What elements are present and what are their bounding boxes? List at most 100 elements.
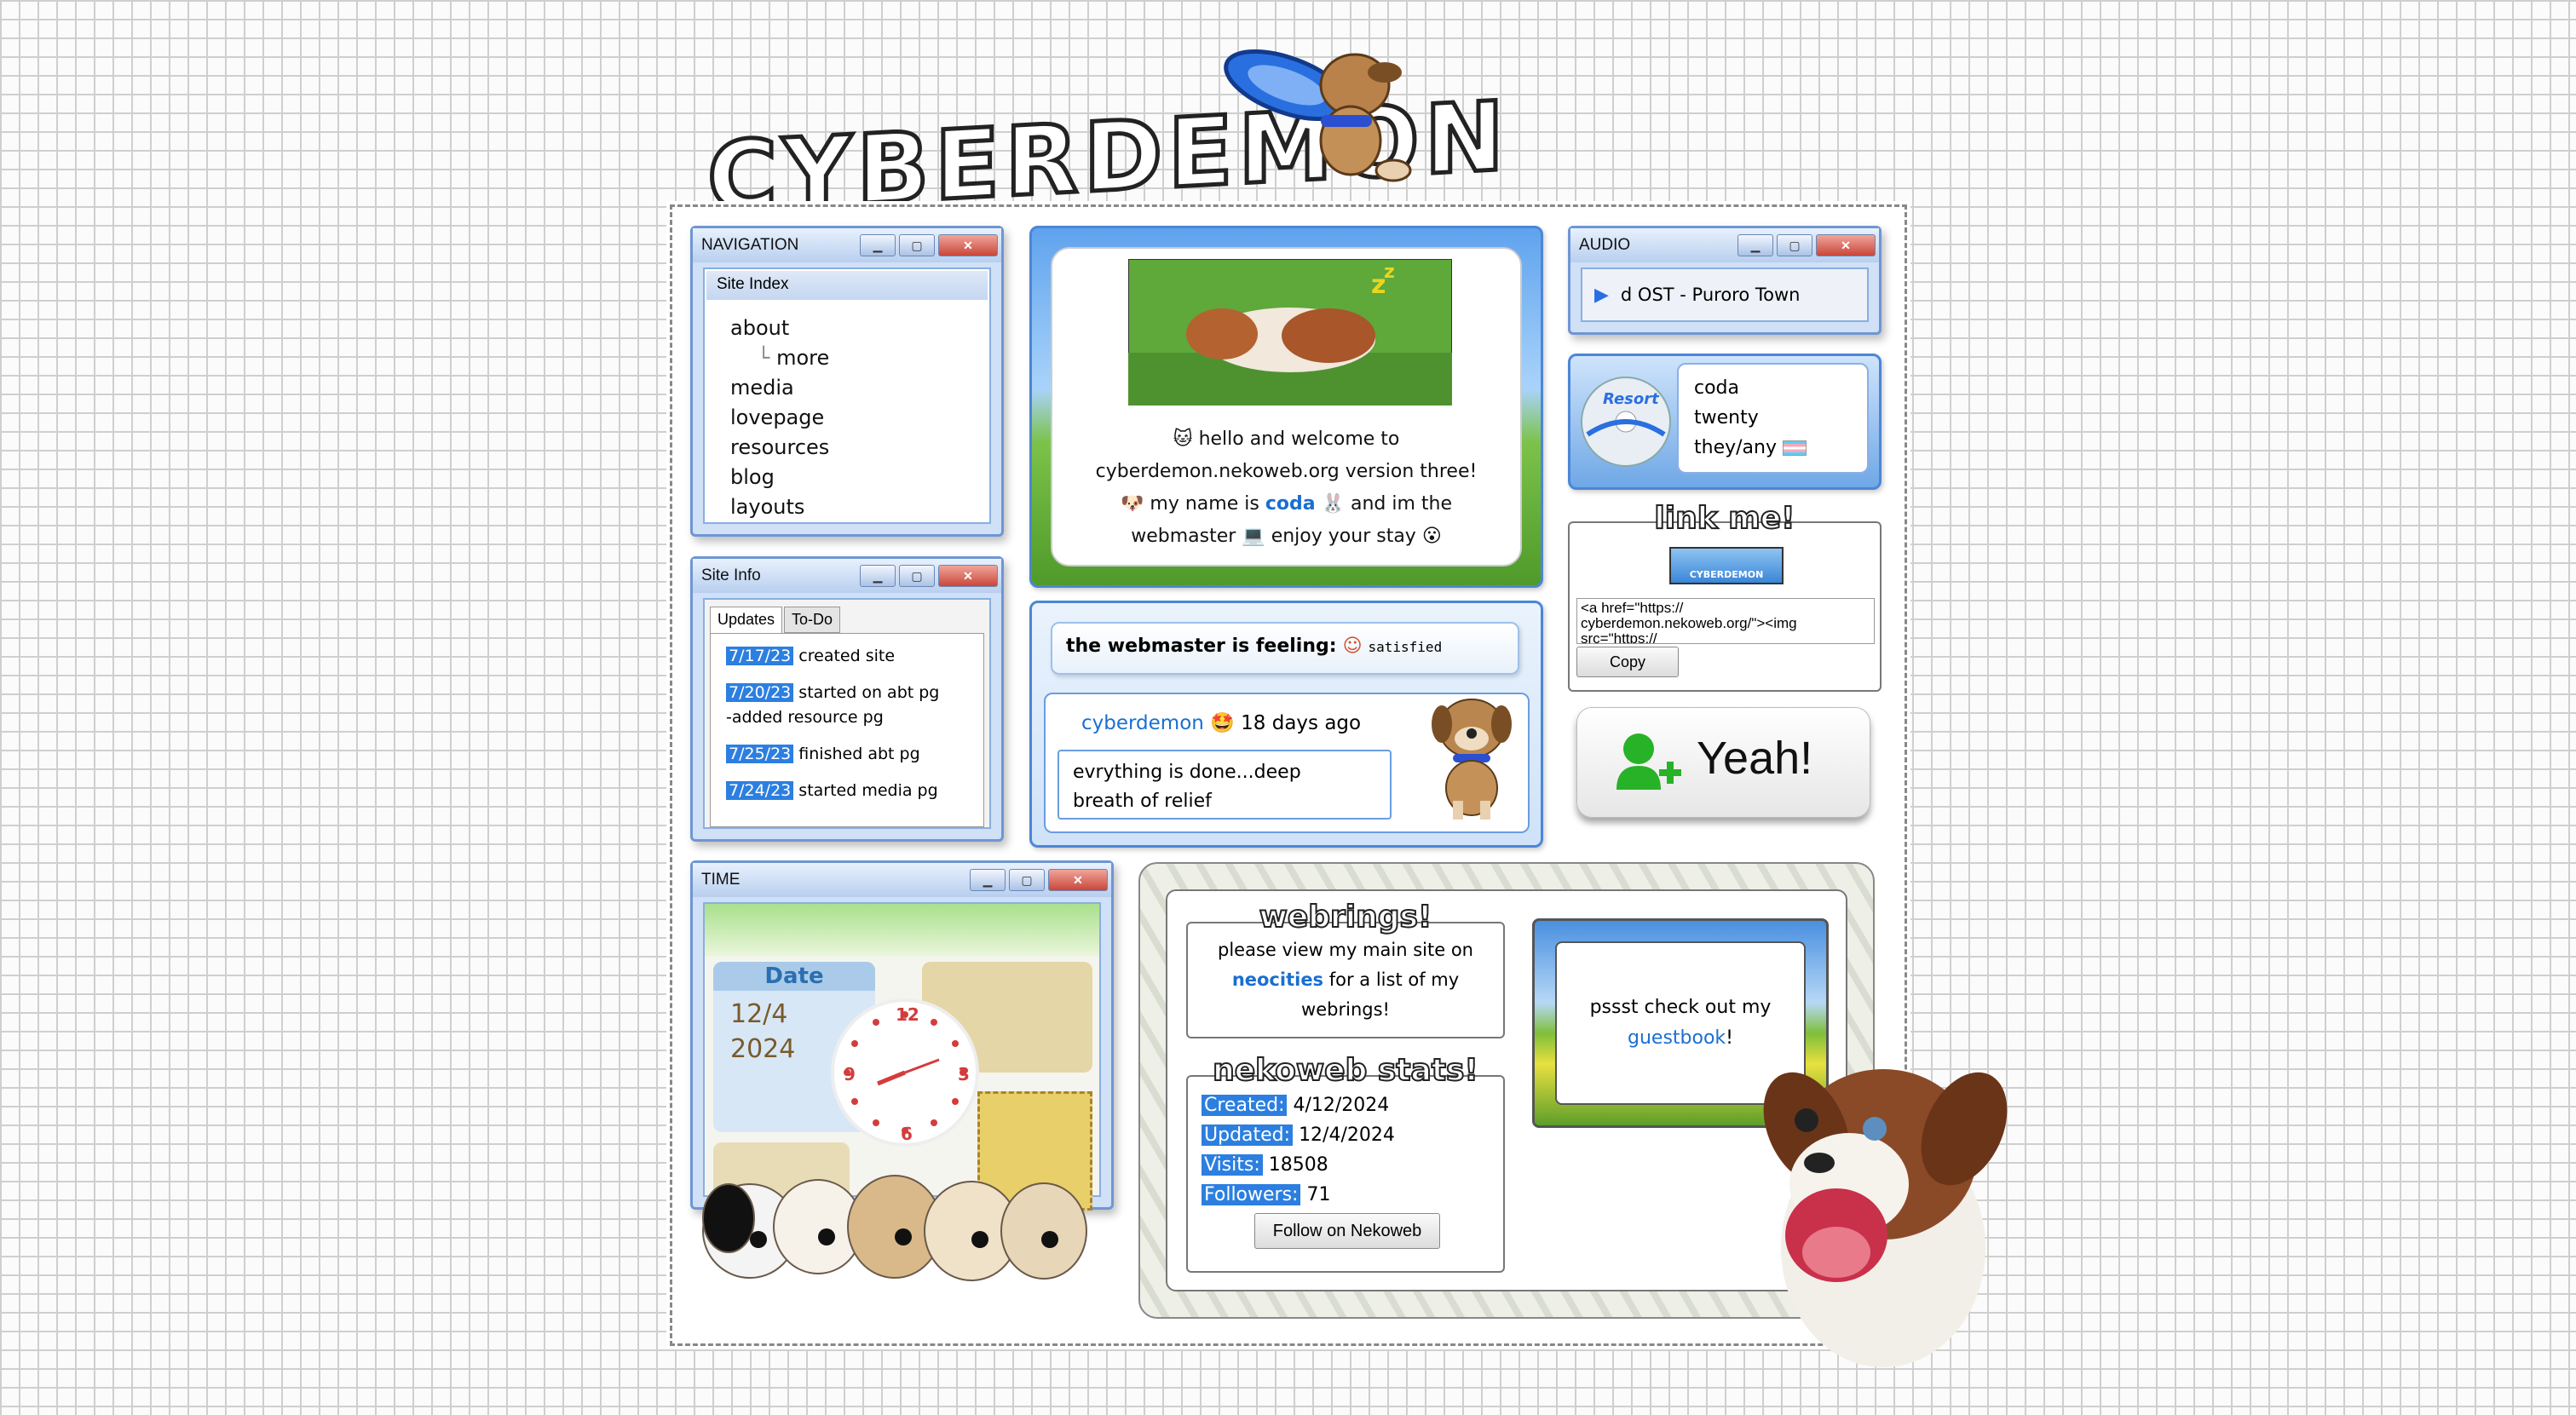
stat-value: 18508 bbox=[1268, 1154, 1328, 1176]
update-date: 7/20/23 bbox=[726, 683, 794, 702]
update-text: started media pg bbox=[798, 781, 938, 800]
time-body: Date 12/4 2024 12 3 6 9 bbox=[703, 902, 1101, 1219]
close-icon[interactable]: ✕ bbox=[938, 234, 998, 256]
site-info-window: Site Info ▁ ▢ ✕ Updates To-Do 7/17/23 cr… bbox=[690, 556, 1004, 842]
tab-updates[interactable]: Updates bbox=[710, 607, 783, 633]
follow-button[interactable]: Follow on Nekoweb bbox=[1254, 1213, 1440, 1249]
stat-label: Created: bbox=[1202, 1095, 1288, 1116]
nav-more[interactable]: └ more bbox=[730, 343, 989, 373]
linkme-code-textarea[interactable]: <a href="https:// cyberdemon.nekoweb.org… bbox=[1576, 598, 1875, 644]
profile-card: coda twenty they/any bbox=[1677, 363, 1869, 474]
status-panel: the webmaster is feeling: ☺ satisfied cy… bbox=[1029, 601, 1543, 848]
nav-layouts[interactable]: layouts bbox=[730, 492, 989, 522]
feeling-face-icon: ☺ bbox=[1342, 636, 1363, 657]
surprised-emoji-icon: 😮 bbox=[1421, 526, 1442, 547]
nav-lovepage[interactable]: lovepage bbox=[730, 403, 989, 433]
maximize-icon[interactable]: ▢ bbox=[899, 565, 935, 587]
sleeping-puppy-image: z z bbox=[1128, 259, 1452, 406]
update-item: 7/17/23 created site bbox=[726, 644, 975, 669]
post-message: evrything is done...deep breath of relie… bbox=[1057, 750, 1392, 820]
profile-panel: Resort coda twenty they/any bbox=[1568, 354, 1882, 490]
minimize-icon[interactable]: ▁ bbox=[1738, 234, 1773, 256]
linkme-button-image[interactable]: CYBERDEMON bbox=[1669, 547, 1784, 584]
profile-pronouns: they/any bbox=[1694, 437, 1777, 458]
update-extra: -added resource pg bbox=[726, 708, 884, 727]
feeling-value: satisfied bbox=[1368, 639, 1443, 655]
close-icon[interactable]: ✕ bbox=[1816, 234, 1876, 256]
window-title: TIME bbox=[701, 871, 741, 889]
webrings-text-b: for a list of my bbox=[1328, 969, 1460, 990]
close-icon[interactable]: ✕ bbox=[938, 565, 998, 587]
welcome-line2: cyberdemon.nekoweb.org version three! bbox=[1095, 461, 1478, 482]
audio-titlebar[interactable]: AUDIO ▁ ▢ ✕ bbox=[1570, 228, 1879, 262]
webrings-text-a: please view my main site on bbox=[1218, 940, 1473, 960]
audio-window: AUDIO ▁ ▢ ✕ ▶ d OST - Puroro Town bbox=[1568, 226, 1882, 335]
welcome-line3a: my name is bbox=[1150, 493, 1259, 515]
welcome-line4b: enjoy your stay bbox=[1271, 526, 1416, 547]
webrings-text-c: webrings! bbox=[1301, 999, 1390, 1020]
update-date: 7/24/23 bbox=[726, 781, 794, 800]
site-logo[interactable]: CYBERDEMON bbox=[706, 43, 1512, 236]
maximize-icon[interactable]: ▢ bbox=[1777, 234, 1812, 256]
tab-site-index[interactable]: Site Index bbox=[706, 271, 988, 300]
copy-button[interactable]: Copy bbox=[1576, 647, 1679, 677]
nav-about[interactable]: about bbox=[730, 313, 989, 343]
post-age: 18 days ago bbox=[1241, 712, 1362, 734]
neocities-link[interactable]: neocities bbox=[1232, 969, 1323, 990]
plush-puppies-image bbox=[702, 1175, 1087, 1281]
minimize-icon[interactable]: ▁ bbox=[970, 869, 1006, 891]
nav-media[interactable]: media bbox=[730, 373, 989, 403]
guestbook-text: pssst check out my bbox=[1589, 997, 1772, 1018]
stat-value: 4/12/2024 bbox=[1293, 1095, 1390, 1116]
update-item: 7/24/23 started media pg bbox=[726, 779, 975, 803]
feeling-label: the webmaster is feeling: bbox=[1066, 636, 1337, 657]
site-info-titlebar[interactable]: Site Info ▁ ▢ ✕ bbox=[693, 559, 1001, 593]
computer-emoji-icon: 💻 bbox=[1242, 526, 1265, 547]
name-link[interactable]: coda bbox=[1265, 493, 1316, 515]
profile-name: coda bbox=[1694, 377, 1740, 399]
stat-row: Updated: 12/4/2024 bbox=[1202, 1120, 1395, 1150]
post-user[interactable]: cyberdemon bbox=[1081, 712, 1204, 734]
nav-blog[interactable]: blog bbox=[730, 463, 989, 492]
yeah-button[interactable]: Yeah! bbox=[1576, 707, 1870, 818]
stat-row: Created: 4/12/2024 bbox=[1202, 1090, 1395, 1120]
dog-emoji-icon: 🐶 bbox=[1121, 493, 1144, 515]
clock-number-12: 12 bbox=[896, 1004, 919, 1025]
tab-to-do[interactable]: To-Do bbox=[784, 607, 841, 633]
updates-list: 7/17/23 created site 7/20/23 started on … bbox=[710, 633, 984, 827]
window-title: AUDIO bbox=[1579, 236, 1631, 254]
navigation-body: Site Index about └ more media lovepage r… bbox=[703, 267, 991, 524]
linkme-panel: link me! CYBERDEMON <a href="https:// cy… bbox=[1568, 500, 1882, 692]
window-title: NAVIGATION bbox=[701, 236, 799, 254]
maximize-icon[interactable]: ▢ bbox=[1009, 869, 1045, 891]
stat-value: 71 bbox=[1306, 1184, 1331, 1205]
date-label: Date bbox=[713, 962, 875, 991]
stat-row: Followers: 71 bbox=[1202, 1180, 1395, 1210]
profile-age: twenty bbox=[1694, 407, 1759, 429]
update-item: 7/20/23 started on abt pg -added resource… bbox=[726, 681, 975, 730]
update-text: finished abt pg bbox=[798, 745, 920, 763]
stat-row: Visits: 18508 bbox=[1202, 1150, 1395, 1180]
guestbook-link[interactable]: guestbook bbox=[1628, 1027, 1726, 1049]
close-icon[interactable]: ✕ bbox=[1048, 869, 1108, 891]
welcome-panel: z z 🐱 hello and welcome to cyberdemon.ne… bbox=[1029, 226, 1543, 588]
maximize-icon[interactable]: ▢ bbox=[899, 234, 935, 256]
update-date: 7/17/23 bbox=[726, 647, 794, 665]
guestbook-suffix: ! bbox=[1726, 1027, 1733, 1049]
disc-icon bbox=[1581, 377, 1671, 467]
play-icon[interactable]: ▶ bbox=[1594, 285, 1609, 306]
linkme-heading: link me! bbox=[1653, 500, 1795, 537]
clock-number-6: 6 bbox=[901, 1124, 913, 1144]
minimize-icon[interactable]: ▁ bbox=[860, 234, 896, 256]
cat-emoji-icon: 🐱 bbox=[1173, 429, 1193, 450]
clock-number-9: 9 bbox=[844, 1064, 856, 1084]
update-text: started on abt pg bbox=[798, 683, 940, 702]
navigation-titlebar[interactable]: NAVIGATION ▁ ▢ ✕ bbox=[693, 228, 1001, 262]
yeah-label: Yeah! bbox=[1697, 733, 1813, 784]
time-window: TIME ▁ ▢ ✕ Date 12/4 2024 12 3 6 9 bbox=[690, 860, 1114, 1219]
stat-label: Followers: bbox=[1202, 1184, 1301, 1205]
site-info-body: Updates To-Do 7/17/23 created site 7/20/… bbox=[703, 598, 991, 829]
time-titlebar[interactable]: TIME ▁ ▢ ✕ bbox=[693, 863, 1111, 897]
minimize-icon[interactable]: ▁ bbox=[860, 565, 896, 587]
nav-resources[interactable]: resources bbox=[730, 433, 989, 463]
